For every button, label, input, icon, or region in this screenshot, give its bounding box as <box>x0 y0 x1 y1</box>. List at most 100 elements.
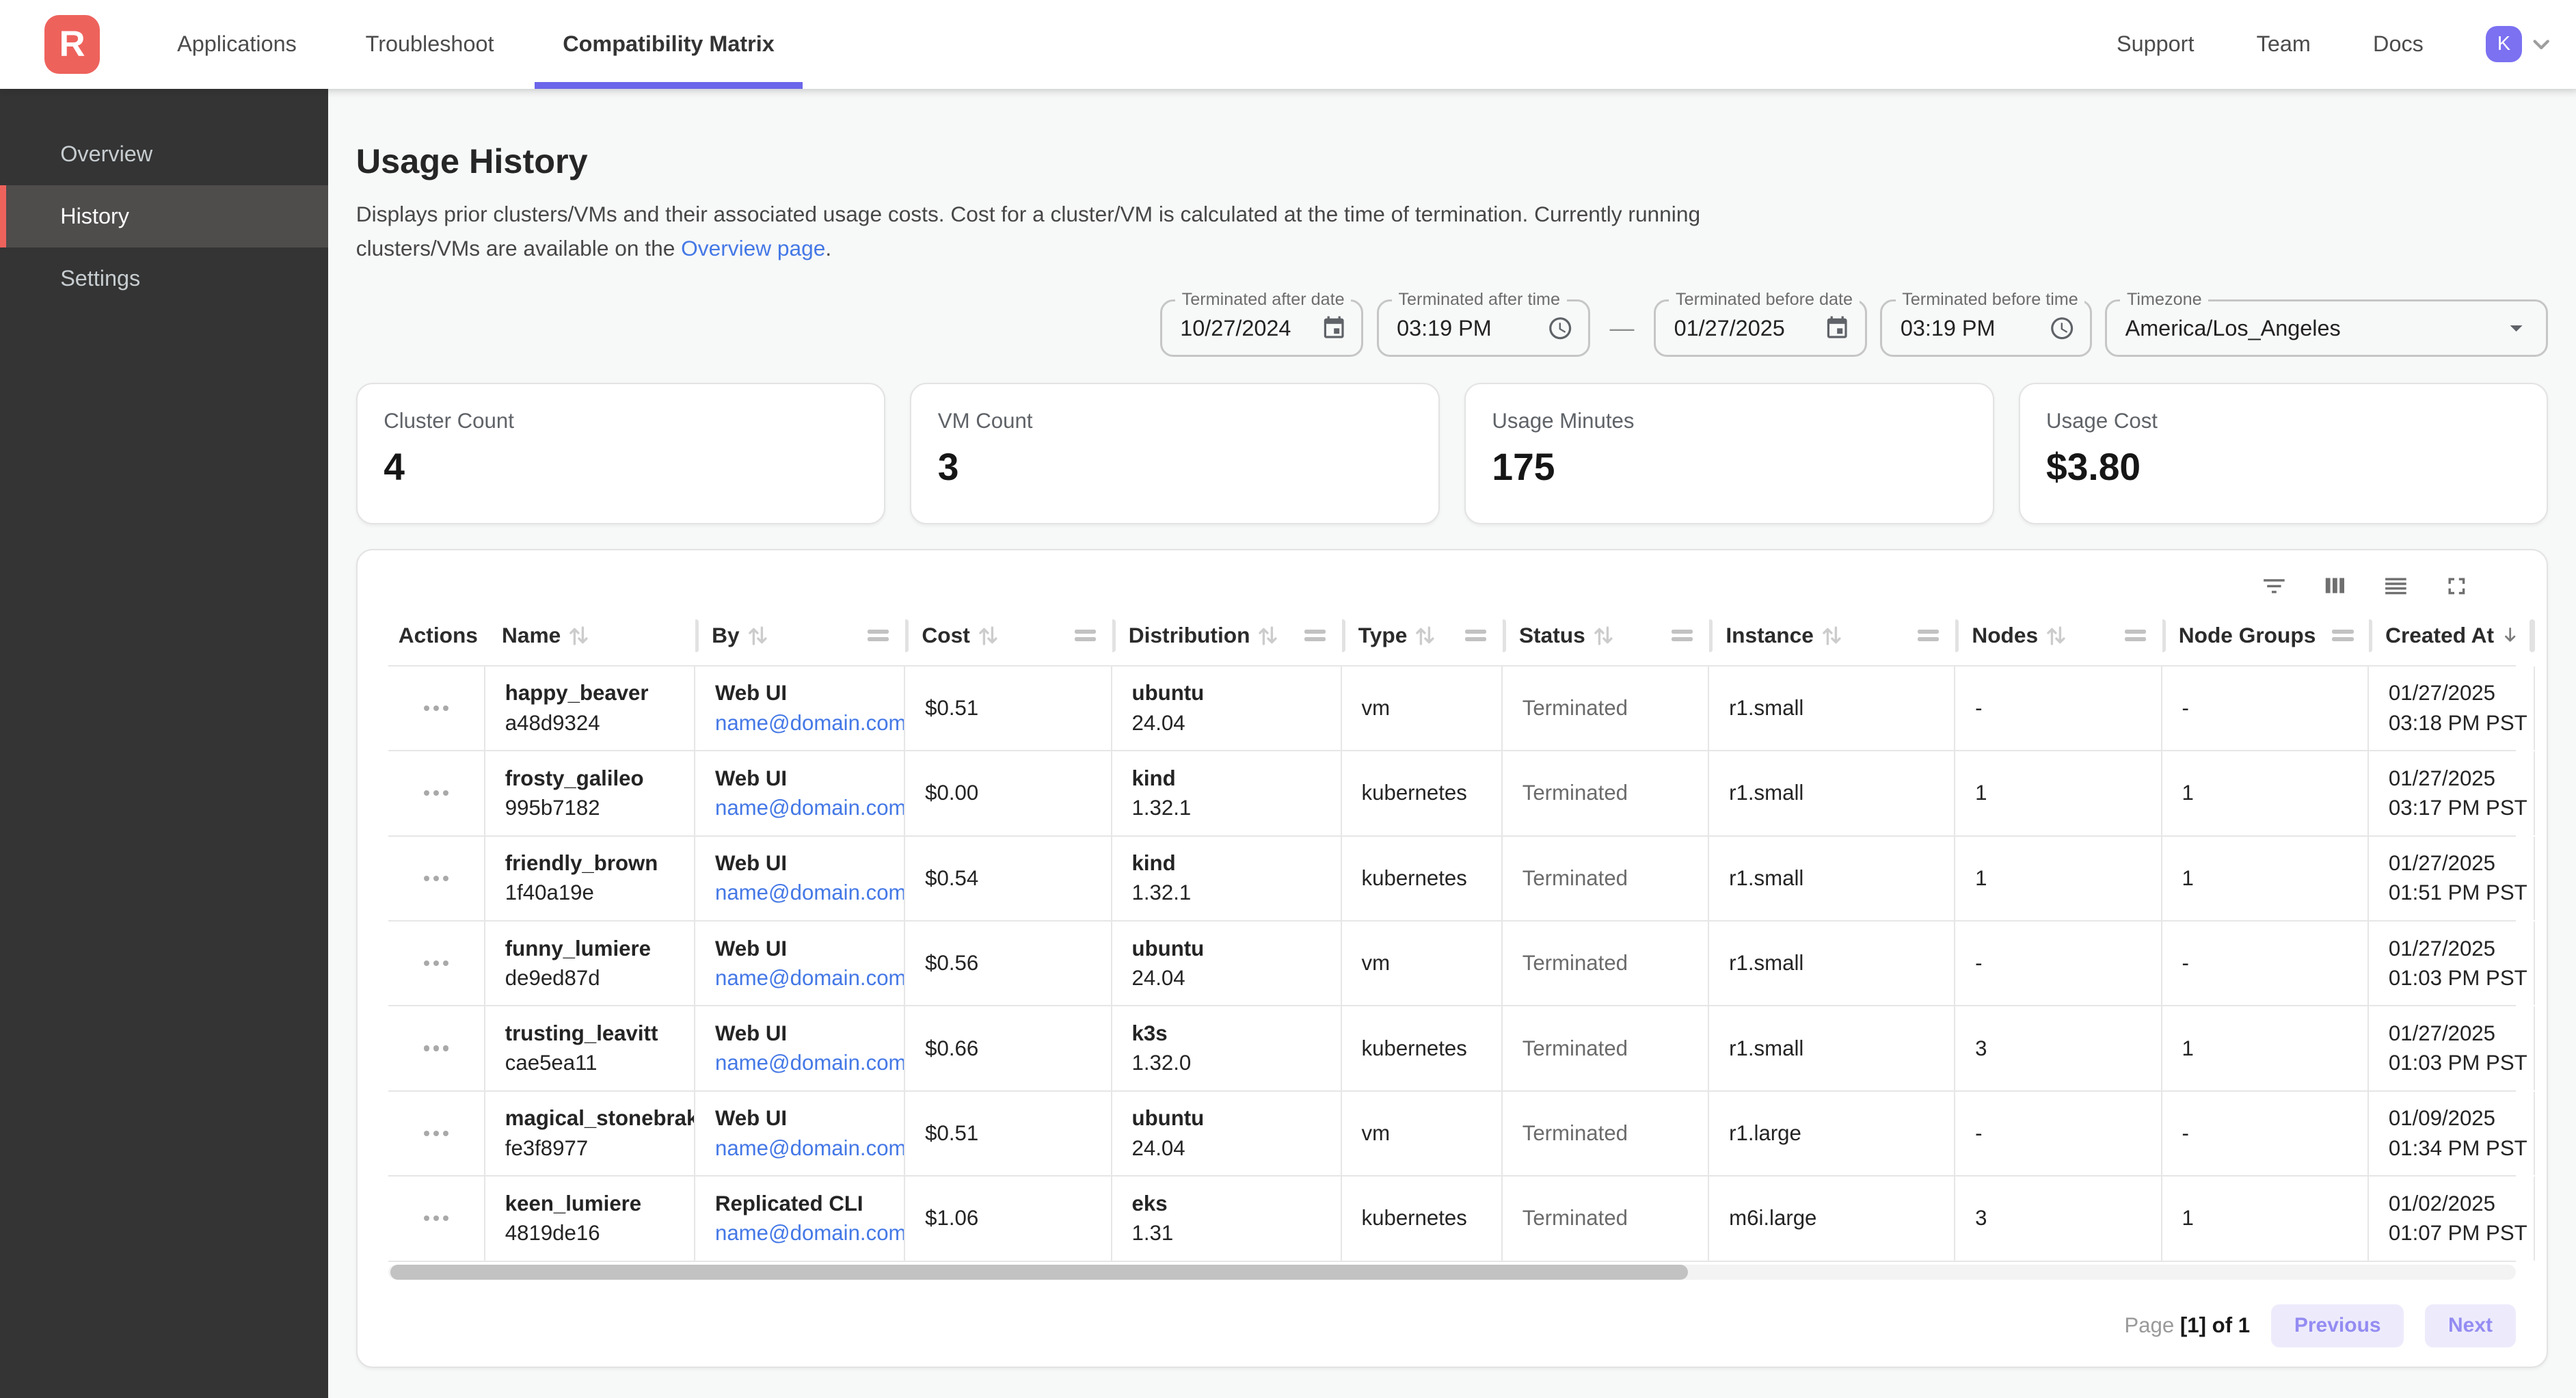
created-by-email-link[interactable]: name@domain.com <box>715 881 885 905</box>
column-header-created-at[interactable]: Created At <box>2369 606 2534 664</box>
columns-icon[interactable] <box>2316 567 2355 606</box>
column-menu-icon[interactable] <box>2125 626 2146 645</box>
sort-icon <box>1415 623 1435 648</box>
row-actions-button[interactable] <box>414 1036 459 1061</box>
cluster-name: magical_stonebraker <box>505 1106 675 1131</box>
overview-page-link[interactable]: Overview page <box>681 236 825 260</box>
column-menu-icon[interactable] <box>1465 626 1486 645</box>
column-header-status[interactable]: Status <box>1503 606 1709 664</box>
by-cell: Web UI name@domain.com <box>695 922 905 1005</box>
nodes-cell: - <box>1955 922 2162 1005</box>
created-by-email-link[interactable]: name@domain.com <box>715 966 885 991</box>
cost-cell: $0.56 <box>905 922 1112 1005</box>
status-cell: Terminated <box>1503 837 1709 920</box>
terminated-after-time-field[interactable]: Terminated after time 03:19 PM <box>1377 299 1590 357</box>
distribution-cell: ubuntu 24.04 <box>1112 1092 1342 1175</box>
nav-link-team[interactable]: Team <box>2257 31 2311 57</box>
column-header-instance[interactable]: Instance <box>1709 606 1955 664</box>
actions-cell <box>388 1177 485 1260</box>
status-cell: Terminated <box>1503 1092 1709 1175</box>
stat-card-usage-minutes: Usage Minutes 175 <box>1464 383 1994 524</box>
column-header-distribution[interactable]: Distribution <box>1112 606 1342 664</box>
sidebar-item-overview[interactable]: Overview <box>0 123 328 185</box>
previous-page-button[interactable]: Previous <box>2271 1304 2404 1347</box>
stats-row: Cluster Count 4 VM Count 3 Usage Minutes… <box>356 383 2548 524</box>
next-page-button[interactable]: Next <box>2425 1304 2515 1347</box>
sidebar-item-history[interactable]: History <box>0 185 328 247</box>
cost-cell: $0.66 <box>905 1006 1112 1090</box>
terminated-before-date-field[interactable]: Terminated before date 01/27/2025 <box>1654 299 1867 357</box>
nav-tabs: Applications Troubleshoot Compatibility … <box>143 0 809 89</box>
cluster-name: happy_beaver <box>505 681 675 705</box>
by-cell: Replicated CLI name@domain.com <box>695 1177 905 1260</box>
name-cell: happy_beaver a48d9324 <box>485 667 695 750</box>
row-actions-button[interactable] <box>414 1120 459 1146</box>
row-actions-button[interactable] <box>414 695 459 721</box>
tab-troubleshoot[interactable]: Troubleshoot <box>331 0 528 89</box>
row-actions-button[interactable] <box>414 951 459 976</box>
nav-link-docs[interactable]: Docs <box>2373 31 2424 57</box>
distribution-version: 24.04 <box>1132 966 1321 991</box>
distribution-name: k3s <box>1132 1021 1321 1046</box>
replicated-logo[interactable]: R <box>44 15 100 74</box>
nodes-cell: 3 <box>1955 1006 2162 1090</box>
distribution-version: 1.32.1 <box>1132 796 1321 820</box>
row-actions-button[interactable] <box>414 1206 459 1231</box>
created-by-email-link[interactable]: name@domain.com <box>715 1051 885 1075</box>
created-date: 01/27/2025 <box>2389 937 2514 961</box>
column-header-node-groups[interactable]: Node Groups <box>2162 606 2369 664</box>
column-header-type[interactable]: Type <box>1342 606 1503 664</box>
row-actions-button[interactable] <box>414 781 459 806</box>
sidebar-item-settings[interactable]: Settings <box>0 247 328 310</box>
distribution-name: kind <box>1132 851 1321 876</box>
scrollbar-thumb[interactable] <box>390 1265 1688 1280</box>
timezone-select[interactable]: Timezone America/Los_Angeles <box>2105 299 2548 357</box>
terminated-after-date-field[interactable]: Terminated after date 10/27/2024 <box>1160 299 1364 357</box>
tab-applications[interactable]: Applications <box>143 0 331 89</box>
column-menu-icon[interactable] <box>868 626 889 645</box>
sidebar: Overview History Settings <box>0 89 328 1398</box>
created-time: 01:03 PM PST <box>2389 966 2514 991</box>
date-range-separator: — <box>1603 314 1641 342</box>
density-icon[interactable] <box>2376 567 2416 606</box>
table-body: happy_beaver a48d9324 Web UI name@domain… <box>388 667 2515 1262</box>
column-menu-icon[interactable] <box>2332 626 2353 645</box>
table-row: keen_lumiere 4819de16 Replicated CLI nam… <box>388 1177 2515 1261</box>
user-avatar[interactable]: K <box>2486 26 2522 62</box>
tab-compatibility-matrix[interactable]: Compatibility Matrix <box>528 0 809 89</box>
terminated-before-time-field[interactable]: Terminated before time 03:19 PM <box>1880 299 2092 357</box>
created-at-cell: 01/27/2025 01:03 PM PST <box>2369 1006 2534 1090</box>
fullscreen-icon[interactable] <box>2437 567 2476 606</box>
chevron-down-icon[interactable] <box>2528 31 2554 57</box>
calendar-icon <box>1824 315 1850 341</box>
column-menu-icon[interactable] <box>1304 626 1326 645</box>
filter-icon[interactable] <box>2255 567 2294 606</box>
column-menu-icon[interactable] <box>1672 626 1693 645</box>
created-by-email-link[interactable]: name@domain.com <box>715 1221 885 1246</box>
nav-link-support[interactable]: Support <box>2117 31 2194 57</box>
distribution-version: 1.31 <box>1132 1221 1321 1246</box>
sort-icon <box>748 623 768 648</box>
column-header-by[interactable]: By <box>695 606 905 664</box>
cluster-name: friendly_brown <box>505 851 675 876</box>
name-cell: friendly_brown 1f40a19e <box>485 837 695 920</box>
distribution-name: eks <box>1132 1192 1321 1216</box>
horizontal-scrollbar <box>388 1265 2515 1280</box>
created-at-cell: 01/27/2025 03:18 PM PST <box>2369 667 2534 750</box>
created-by-email-link[interactable]: name@domain.com <box>715 1136 885 1161</box>
column-header-cost[interactable]: Cost <box>905 606 1112 664</box>
status-cell: Terminated <box>1503 1006 1709 1090</box>
created-date: 01/09/2025 <box>2389 1106 2514 1131</box>
created-by-source: Web UI <box>715 1021 885 1046</box>
column-menu-icon[interactable] <box>1075 626 1096 645</box>
distribution-name: ubuntu <box>1132 681 1321 705</box>
created-at-cell: 01/02/2025 01:07 PM PST <box>2369 1177 2534 1260</box>
created-by-email-link[interactable]: name@domain.com <box>715 711 885 736</box>
column-menu-icon[interactable] <box>1918 626 1939 645</box>
created-by-email-link[interactable]: name@domain.com <box>715 796 885 820</box>
row-actions-button[interactable] <box>414 865 459 891</box>
cluster-name: frosty_galileo <box>505 766 675 791</box>
sort-icon <box>1594 623 1613 648</box>
column-header-nodes[interactable]: Nodes <box>1955 606 2162 664</box>
column-header-name[interactable]: Name <box>485 606 695 664</box>
